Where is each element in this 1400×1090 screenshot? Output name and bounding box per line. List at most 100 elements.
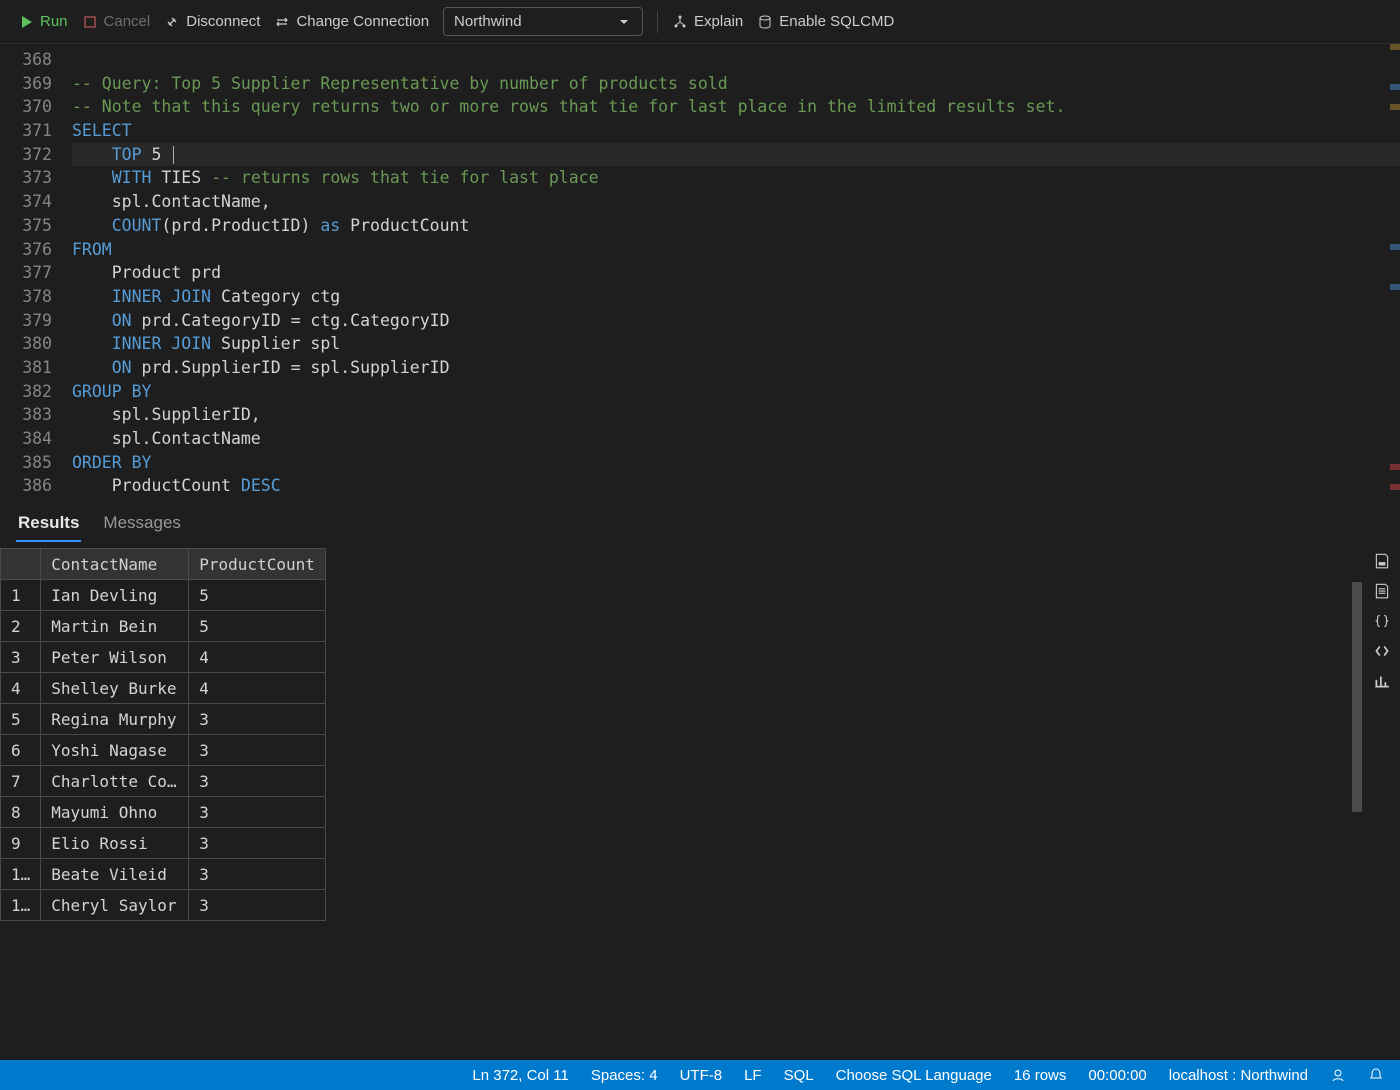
- cell-productcount[interactable]: 4: [189, 673, 326, 704]
- table-row[interactable]: 8Mayumi Ohno3: [1, 797, 326, 828]
- code-line[interactable]: ProductCount DESC: [72, 474, 1400, 498]
- table-row[interactable]: 1…Cheryl Saylor3: [1, 890, 326, 921]
- code-line[interactable]: FROM: [72, 238, 1400, 262]
- scrollbar-thumb[interactable]: [1352, 582, 1362, 812]
- code-line[interactable]: ON prd.SupplierID = spl.SupplierID: [72, 356, 1400, 380]
- grid-wrap: ContactNameProductCount1Ian Devling52Mar…: [0, 542, 1351, 1060]
- cell-productcount[interactable]: 3: [189, 797, 326, 828]
- row-number-cell[interactable]: 6: [1, 735, 41, 766]
- row-number-cell[interactable]: 9: [1, 828, 41, 859]
- cell-contactname[interactable]: Peter Wilson: [41, 642, 189, 673]
- status-time[interactable]: 00:00:00: [1088, 1067, 1146, 1084]
- results-scrollbar[interactable]: [1351, 542, 1364, 1060]
- code-line[interactable]: Product prd: [72, 261, 1400, 285]
- row-number-cell[interactable]: 5: [1, 704, 41, 735]
- status-ln-col[interactable]: Ln 372, Col 11: [472, 1067, 568, 1084]
- row-number-cell[interactable]: 4: [1, 673, 41, 704]
- cell-productcount[interactable]: 5: [189, 580, 326, 611]
- code-line[interactable]: spl.ContactName,: [72, 190, 1400, 214]
- code-line[interactable]: spl.SupplierID,: [72, 403, 1400, 427]
- table-row[interactable]: 3Peter Wilson4: [1, 642, 326, 673]
- cell-productcount[interactable]: 3: [189, 859, 326, 890]
- cell-contactname[interactable]: Mayumi Ohno: [41, 797, 189, 828]
- table-row[interactable]: 1…Beate Vileid3: [1, 859, 326, 890]
- cell-productcount[interactable]: 4: [189, 642, 326, 673]
- save-csv-icon[interactable]: [1373, 552, 1391, 570]
- save-excel-icon[interactable]: [1373, 582, 1391, 600]
- code-line[interactable]: [72, 48, 1400, 72]
- save-json-icon[interactable]: [1373, 612, 1391, 630]
- code-line[interactable]: TOP 5: [72, 143, 1400, 167]
- feedback-icon[interactable]: [1330, 1067, 1346, 1083]
- bell-icon[interactable]: [1368, 1067, 1384, 1083]
- change-connection-button[interactable]: Change Connection: [274, 13, 429, 30]
- cell-contactname[interactable]: Elio Rossi: [41, 828, 189, 859]
- line-number: 372: [0, 143, 52, 167]
- table-row[interactable]: 4Shelley Burke4: [1, 673, 326, 704]
- column-header[interactable]: ProductCount: [189, 549, 326, 580]
- cell-productcount[interactable]: 5: [189, 611, 326, 642]
- status-rows[interactable]: 16 rows: [1014, 1067, 1067, 1084]
- chart-viewer-icon[interactable]: [1373, 672, 1391, 690]
- sql-editor[interactable]: 3683693703713723733743753763773783793803…: [0, 44, 1400, 500]
- code-line[interactable]: -- Query: Top 5 Supplier Representative …: [72, 72, 1400, 96]
- status-eol[interactable]: LF: [744, 1067, 762, 1084]
- cell-contactname[interactable]: Yoshi Nagase: [41, 735, 189, 766]
- column-header[interactable]: ContactName: [41, 549, 189, 580]
- results-grid[interactable]: ContactNameProductCount1Ian Devling52Mar…: [0, 548, 326, 921]
- cell-contactname[interactable]: Martin Bein: [41, 611, 189, 642]
- code-line[interactable]: GROUP BY: [72, 380, 1400, 404]
- code-line[interactable]: spl.ContactName: [72, 427, 1400, 451]
- status-language[interactable]: SQL: [784, 1067, 814, 1084]
- cell-contactname[interactable]: Regina Murphy: [41, 704, 189, 735]
- table-row[interactable]: 7Charlotte Co…3: [1, 766, 326, 797]
- tab-results[interactable]: Results: [16, 508, 81, 542]
- table-row[interactable]: 9Elio Rossi3: [1, 828, 326, 859]
- disconnect-button[interactable]: Disconnect: [164, 13, 260, 30]
- cell-productcount[interactable]: 3: [189, 766, 326, 797]
- cell-productcount[interactable]: 3: [189, 735, 326, 766]
- row-number-cell[interactable]: 2: [1, 611, 41, 642]
- row-number-cell[interactable]: 3: [1, 642, 41, 673]
- status-choose-lang[interactable]: Choose SQL Language: [836, 1067, 992, 1084]
- database-select[interactable]: Northwind: [443, 7, 643, 36]
- cell-contactname[interactable]: Charlotte Co…: [41, 766, 189, 797]
- table-row[interactable]: 2Martin Bein5: [1, 611, 326, 642]
- cell-productcount[interactable]: 3: [189, 704, 326, 735]
- code-line[interactable]: SELECT: [72, 119, 1400, 143]
- cell-contactname[interactable]: Beate Vileid: [41, 859, 189, 890]
- explain-button[interactable]: Explain: [672, 13, 743, 30]
- cell-contactname[interactable]: Ian Devling: [41, 580, 189, 611]
- table-row[interactable]: 1Ian Devling5: [1, 580, 326, 611]
- row-number-header[interactable]: [1, 549, 41, 580]
- row-number-cell[interactable]: 1: [1, 580, 41, 611]
- cell-contactname[interactable]: Cheryl Saylor: [41, 890, 189, 921]
- code-line[interactable]: COUNT(prd.ProductID) as ProductCount: [72, 214, 1400, 238]
- tab-messages[interactable]: Messages: [101, 508, 182, 542]
- code-line[interactable]: -- Note that this query returns two or m…: [72, 95, 1400, 119]
- code-line[interactable]: ON prd.CategoryID = ctg.CategoryID: [72, 309, 1400, 333]
- row-number-cell[interactable]: 1…: [1, 890, 41, 921]
- cell-productcount[interactable]: 3: [189, 890, 326, 921]
- table-row[interactable]: 5Regina Murphy3: [1, 704, 326, 735]
- code-area[interactable]: -- Query: Top 5 Supplier Representative …: [72, 44, 1400, 500]
- code-line[interactable]: ORDER BY: [72, 451, 1400, 475]
- cell-productcount[interactable]: 3: [189, 828, 326, 859]
- code-line[interactable]: INNER JOIN Supplier spl: [72, 332, 1400, 356]
- row-number-cell[interactable]: 8: [1, 797, 41, 828]
- code-line[interactable]: INNER JOIN Category ctg: [72, 285, 1400, 309]
- row-number-cell[interactable]: 1…: [1, 859, 41, 890]
- cancel-button[interactable]: Cancel: [82, 13, 151, 30]
- status-connection[interactable]: localhost : Northwind: [1169, 1067, 1308, 1084]
- enable-sqlcmd-button[interactable]: Enable SQLCMD: [757, 13, 894, 30]
- status-spaces[interactable]: Spaces: 4: [591, 1067, 658, 1084]
- row-number-cell[interactable]: 7: [1, 766, 41, 797]
- run-button[interactable]: Run: [18, 13, 68, 30]
- overview-ruler[interactable]: [1390, 44, 1400, 500]
- save-xml-icon[interactable]: [1373, 642, 1391, 660]
- plug-icon: [164, 14, 180, 30]
- table-row[interactable]: 6Yoshi Nagase3: [1, 735, 326, 766]
- status-encoding[interactable]: UTF-8: [680, 1067, 723, 1084]
- cell-contactname[interactable]: Shelley Burke: [41, 673, 189, 704]
- code-line[interactable]: WITH TIES -- returns rows that tie for l…: [72, 166, 1400, 190]
